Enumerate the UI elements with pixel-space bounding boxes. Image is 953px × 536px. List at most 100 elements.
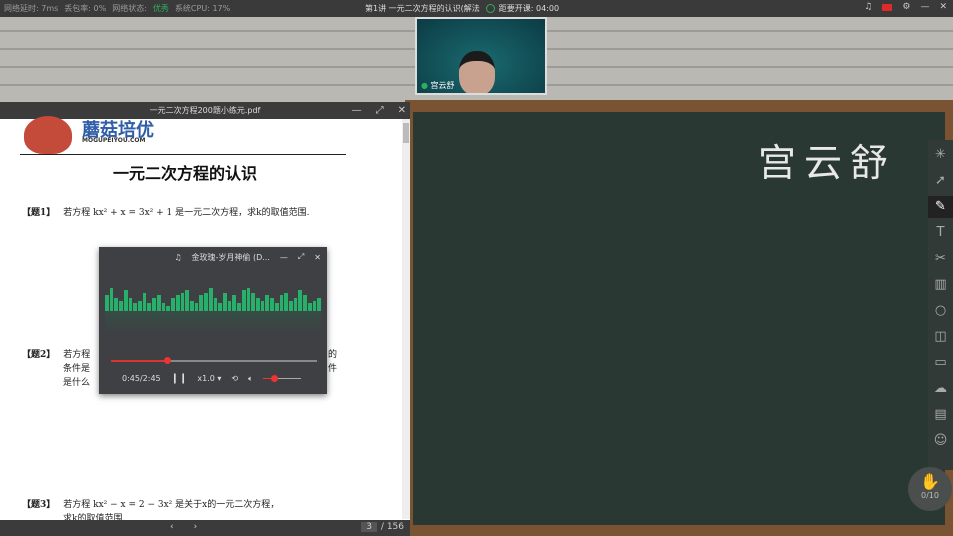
next-page-button[interactable]: › [194,522,198,532]
cloud-icon[interactable]: ☁ [934,378,947,400]
minimize-icon[interactable]: — [352,102,362,119]
mushroom-logo [24,116,72,154]
lesson-title: 第1讲 一元二次方程的认识(解法 [365,4,480,13]
hand-count: 0/10 [921,491,939,500]
toolbox-icon[interactable]: ▤ [934,404,946,426]
question-2: 【题2】 若方程的条件是件是什么 [22,350,338,388]
network-label: 网络状态: [112,4,147,13]
progress-bar[interactable] [111,357,317,364]
teacher-name-text: 宫云舒 [430,81,455,90]
hand-icon: ✋ [920,472,940,491]
eq-bar [260,300,265,311]
loop-icon[interactable]: ⟲ [231,374,238,383]
text-icon[interactable]: T [937,222,945,244]
eq-bar [312,300,317,311]
board-toolbar: ✳ ➚ ✎ T ✂ ▥ ○ ◫ ▭ ☁ ▤ ☺ [928,140,953,470]
eq-bar [227,300,232,311]
music-icon: ♫ [174,252,182,262]
network-status: 优秀 [152,4,169,13]
lesson-title-area: 第1讲 一元二次方程的认识(解法 距要开课: 04:00 [365,3,559,14]
close-icon[interactable]: ✕ [314,253,321,262]
music-player: ♫ 金玫瑰-岁月神偷 (D... — ⤢ ✕ 0:45/2:45 ❙❙ x1.0 ▾ ⟲… [99,247,327,394]
pdf-title: 一元二次方程200题小练元.pdf [149,106,261,115]
eq-bar [119,300,123,311]
page-input[interactable]: 3 [361,522,377,532]
eq-bar [128,298,133,311]
close-button[interactable]: ✕ [939,2,947,12]
eq-bar [289,300,293,311]
close-icon[interactable]: ✕ [398,102,406,119]
volume-slider[interactable] [262,375,301,382]
latency: 网络延时: 7ms [4,4,59,13]
minimize-icon[interactable]: — [280,253,288,262]
eq-bar [147,303,152,311]
eq-bar [185,290,189,311]
packet-loss: 丢包率: 0% [64,4,107,13]
countdown: 距要开课: 04:00 [498,4,560,13]
eq-bar [123,290,128,311]
eq-bar [246,287,251,311]
eq-bar [156,295,161,311]
bell-icon[interactable]: ♫ [864,2,872,12]
minimize-button[interactable]: — [920,2,929,12]
equalizer-reflection [105,311,321,335]
eq-bar [232,295,237,311]
raise-hand-button[interactable]: ✋ 0/10 [908,467,952,511]
chat-icon[interactable]: ▭ [934,352,946,374]
eq-bar [270,298,274,311]
eq-bar [161,303,166,311]
teacher-video: ● 宫云舒 [415,17,547,95]
maximize-icon[interactable]: ⤢ [376,102,384,119]
pen-icon[interactable]: ✎ [928,196,953,218]
eq-bar [199,295,204,311]
eq-bar [293,298,298,311]
volume-icon[interactable]: 🔈︎ [248,374,253,384]
progress-knob[interactable] [163,357,171,364]
eq-bar [251,292,255,311]
scrollbar[interactable] [402,119,410,519]
eq-bar [303,295,307,311]
window-controls: ♫ ⚙ — ✕ [864,2,947,12]
mic-icon: ● [421,81,428,90]
eq-bar [298,290,303,311]
eq-bar [307,303,312,311]
teacher-face [459,51,495,93]
eq-bar [284,292,289,311]
prev-page-button[interactable]: ‹ [170,522,174,532]
pause-button[interactable]: ❙❙ [171,373,188,384]
eq-bar [152,298,156,311]
eq-bar [109,287,114,311]
whiteboard-icon[interactable]: ◫ [934,326,946,348]
laser-pointer-icon[interactable]: ✳ [935,144,946,166]
eq-bar [279,295,284,311]
eq-bar [213,298,218,311]
eq-bar [218,303,222,311]
volume-knob[interactable] [271,375,279,382]
equalizer [105,285,322,311]
select-icon[interactable]: ➚ [935,170,946,192]
gear-icon[interactable]: ⚙ [902,2,910,12]
students-icon[interactable]: ☺ [934,430,948,452]
board-handwriting: 宫云舒 [758,141,897,185]
cpu: 系统CPU: 17% [174,4,231,13]
record-icon[interactable] [882,3,893,11]
eq-bar [237,303,241,311]
brand-url: MOGUPEIYOU.COM [82,137,146,144]
eq-bar [256,298,260,311]
eq-bar [204,292,208,311]
scissors-icon[interactable]: ✂ [935,248,946,270]
eq-bar [222,292,227,311]
shapes-icon[interactable]: ○ [935,300,946,322]
eq-bar [208,287,213,311]
eraser-icon[interactable]: ▥ [934,274,946,296]
eq-bar [142,292,147,311]
eq-bar [189,300,194,311]
divider [20,154,346,155]
eq-bar [175,295,180,311]
expand-icon[interactable]: ⤢ [298,252,304,262]
page-heading: 一元二次方程的认识 [112,164,257,183]
clock-icon [485,4,495,13]
speed-select[interactable]: x1.0 ▾ [197,374,221,383]
page-total: / 156 [380,522,404,532]
eq-bar [241,290,246,311]
